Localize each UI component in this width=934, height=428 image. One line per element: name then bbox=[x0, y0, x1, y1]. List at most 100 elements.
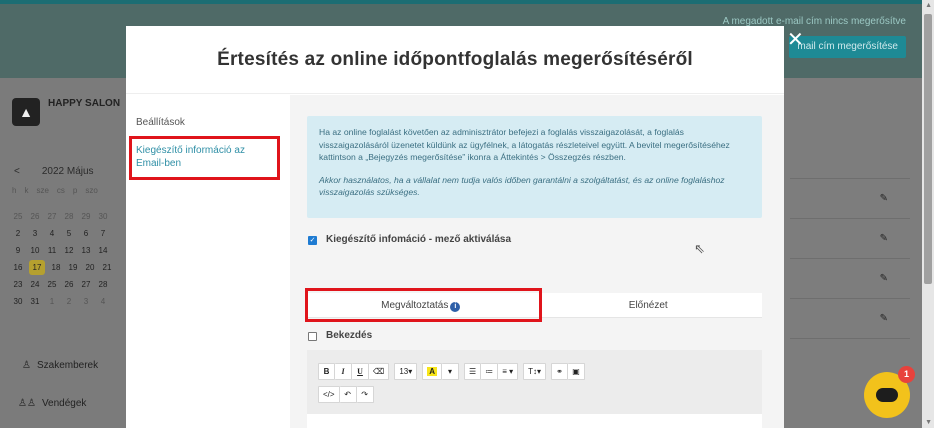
highlight-color-caret-icon[interactable]: ▾ bbox=[442, 363, 460, 380]
salon-name: HAPPY SALON bbox=[48, 98, 121, 109]
verify-email-button[interactable]: mail cím megerősítése bbox=[789, 36, 906, 58]
highlight-color-button[interactable]: A bbox=[422, 363, 443, 380]
page-scrollbar[interactable]: ▲ ▼ bbox=[922, 0, 934, 428]
highlight-box bbox=[305, 288, 542, 322]
calendar-day[interactable]: 4 bbox=[97, 297, 109, 306]
calendar-day[interactable]: 12 bbox=[63, 246, 75, 255]
calendar-day[interactable]: 25 bbox=[12, 212, 24, 221]
weekday: h bbox=[12, 186, 17, 195]
pencil-icon[interactable]: ✎ bbox=[880, 193, 888, 204]
list-group: ☰ ≔ ≡ ▾ bbox=[464, 363, 519, 380]
calendar-day[interactable]: 21 bbox=[101, 263, 113, 272]
image-icon[interactable]: ▣ bbox=[568, 363, 585, 380]
paragraph-label: Bekezdés bbox=[326, 330, 373, 341]
rich-text-editor: B I U ⌫ 13▾ A ▾ ☰ ≔ ≡ ▾ T↕▾ ⚭ ▣ </> ↶ ↷ bbox=[307, 350, 762, 428]
calendar-day[interactable]: 3 bbox=[29, 229, 41, 238]
bullet-list-icon[interactable]: ☰ bbox=[464, 363, 482, 380]
calendar-day[interactable]: 30 bbox=[97, 212, 109, 221]
calendar-prev-icon[interactable]: < bbox=[14, 166, 20, 177]
calendar-day[interactable]: 20 bbox=[84, 263, 96, 272]
calendar-week: 23 24 25 26 27 28 bbox=[12, 276, 113, 293]
calendar-day[interactable]: 6 bbox=[80, 229, 92, 238]
chat-icon bbox=[876, 388, 898, 402]
calendar-header: < 2022 Május bbox=[14, 166, 94, 177]
link-icon[interactable]: ⚭ bbox=[551, 363, 568, 380]
weekday: cs bbox=[56, 186, 65, 195]
calendar-day[interactable]: 4 bbox=[46, 229, 58, 238]
numbered-list-icon[interactable]: ≔ bbox=[481, 363, 499, 380]
font-size-dropdown[interactable]: 13▾ bbox=[394, 363, 418, 380]
list-item: ✎ bbox=[790, 258, 910, 298]
calendar-day[interactable]: 7 bbox=[97, 229, 109, 238]
calendar-day[interactable]: 3 bbox=[80, 297, 92, 306]
calendar-day[interactable]: 16 bbox=[12, 263, 24, 272]
calendar-day[interactable]: 19 bbox=[67, 263, 79, 272]
nav-item-label: Vendégek bbox=[41, 398, 87, 409]
weekday: sze bbox=[36, 186, 49, 195]
undo-icon[interactable]: ↶ bbox=[339, 386, 357, 403]
calendar-day[interactable]: 26 bbox=[63, 280, 75, 289]
pencil-icon[interactable]: ✎ bbox=[880, 233, 888, 244]
pencil-icon[interactable]: ✎ bbox=[880, 313, 888, 324]
highlight-box bbox=[129, 136, 280, 180]
calendar-day[interactable]: 9 bbox=[12, 246, 24, 255]
eraser-icon[interactable]: ⌫ bbox=[369, 363, 390, 380]
tab-preview[interactable]: Előnézet bbox=[534, 293, 762, 317]
calendar-day[interactable]: 2 bbox=[63, 297, 75, 306]
calendar-week: 30 31 1 2 3 4 bbox=[12, 293, 113, 310]
background-list: ✎ ✎ ✎ ✎ bbox=[790, 178, 910, 378]
italic-button[interactable]: I bbox=[335, 363, 352, 380]
underline-button[interactable]: U bbox=[352, 363, 369, 380]
close-icon[interactable]: ✕ bbox=[787, 30, 804, 50]
format-group: B I U ⌫ bbox=[318, 363, 390, 380]
calendar-day[interactable]: 28 bbox=[63, 212, 75, 221]
history-group: </> ↶ ↷ bbox=[318, 386, 374, 403]
calendar-day-today[interactable]: 17 bbox=[29, 260, 45, 275]
calendar-day[interactable]: 18 bbox=[50, 263, 62, 272]
paragraph-checkbox[interactable] bbox=[308, 332, 317, 341]
calendar-day[interactable]: 1 bbox=[46, 297, 58, 306]
redo-icon[interactable]: ↷ bbox=[356, 386, 374, 403]
editor-toolbar-row: </> ↶ ↷ bbox=[318, 386, 374, 403]
calendar-day[interactable]: 23 bbox=[12, 280, 24, 289]
nav-item-label: Szakemberek bbox=[36, 360, 99, 371]
activate-extra-info-label: Kiegészítő infomáció - mező aktiválása bbox=[326, 234, 512, 245]
calendar-day[interactable]: 24 bbox=[29, 280, 41, 289]
calendar-day[interactable]: 10 bbox=[29, 246, 41, 255]
sidebar-item-settings[interactable]: Beállítások bbox=[136, 117, 185, 128]
calendar-day[interactable]: 26 bbox=[29, 212, 41, 221]
calendar-day[interactable]: 25 bbox=[46, 280, 58, 289]
nav-item-specialists[interactable]: ♙ Szakemberek bbox=[22, 360, 98, 371]
bold-button[interactable]: B bbox=[318, 363, 335, 380]
modal-title: Értesítés az online időpontfoglalás mege… bbox=[217, 48, 693, 70]
nav-item-guests[interactable]: ♙♙ Vendégek bbox=[18, 398, 86, 409]
info-paragraph-note: Akkor használatos, ha a vállalat nem tud… bbox=[319, 174, 725, 198]
calendar-day[interactable]: 27 bbox=[46, 212, 58, 221]
calendar-day[interactable]: 29 bbox=[80, 212, 92, 221]
code-view-icon[interactable]: </> bbox=[318, 386, 340, 403]
scrollbar-thumb[interactable] bbox=[924, 14, 932, 284]
calendar-day[interactable]: 11 bbox=[46, 246, 58, 255]
calendar-day[interactable]: 31 bbox=[29, 297, 41, 306]
calendar-day[interactable]: 27 bbox=[80, 280, 92, 289]
editor-text-area[interactable] bbox=[307, 414, 762, 428]
activate-extra-info-checkbox[interactable]: ✓ bbox=[308, 236, 317, 245]
pencil-icon[interactable]: ✎ bbox=[880, 273, 888, 284]
scroll-down-icon[interactable]: ▼ bbox=[925, 419, 932, 426]
header-accent-line bbox=[0, 0, 922, 4]
weekday: k bbox=[24, 186, 29, 195]
calendar-grid: 25 26 27 28 29 30 2 3 4 5 6 7 9 10 11 12… bbox=[12, 208, 113, 310]
calendar-week: 2 3 4 5 6 7 bbox=[12, 225, 113, 242]
line-height-dropdown-icon[interactable]: T↕▾ bbox=[523, 363, 546, 380]
align-dropdown-icon[interactable]: ≡ ▾ bbox=[498, 363, 519, 380]
calendar-day[interactable]: 2 bbox=[12, 229, 24, 238]
calendar-day[interactable]: 5 bbox=[63, 229, 75, 238]
scroll-up-icon[interactable]: ▲ bbox=[925, 2, 932, 9]
calendar-day[interactable]: 30 bbox=[12, 297, 24, 306]
calendar-day[interactable]: 14 bbox=[97, 246, 109, 255]
modal-content: Ha az online foglalást követően az admin… bbox=[290, 95, 784, 428]
calendar-day[interactable]: 13 bbox=[80, 246, 92, 255]
calendar-week: 16 17 18 19 20 21 bbox=[12, 259, 113, 276]
mouse-cursor-icon: ⇖ bbox=[694, 241, 705, 256]
calendar-day[interactable]: 28 bbox=[97, 280, 109, 289]
